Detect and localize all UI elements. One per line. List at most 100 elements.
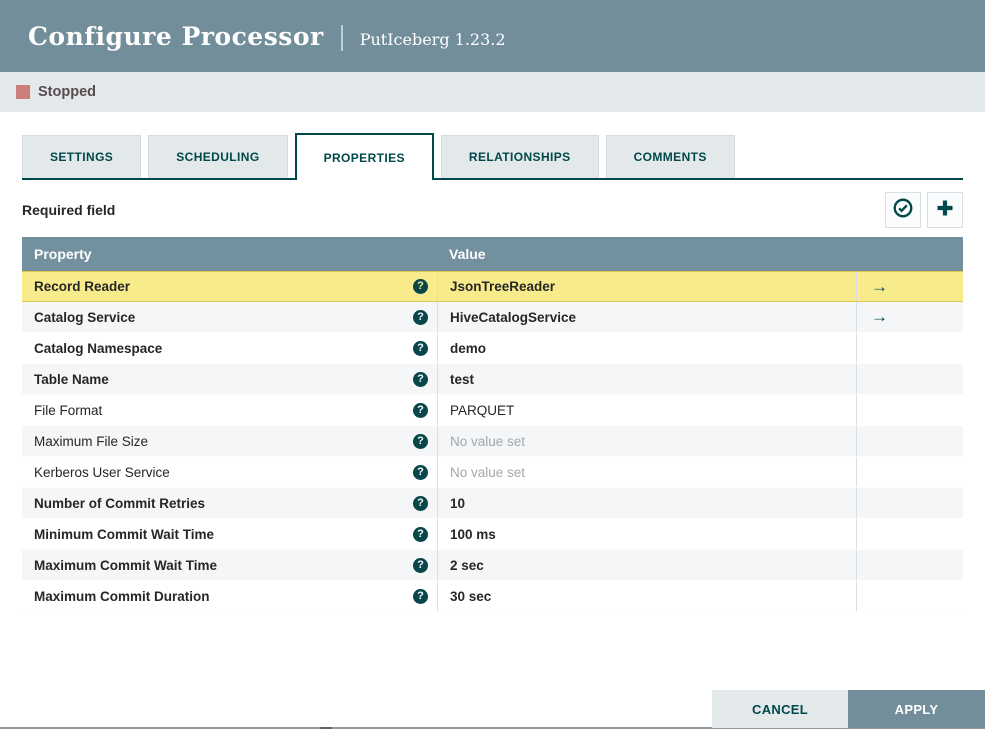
plus-icon <box>935 198 955 223</box>
property-action-cell <box>856 395 963 425</box>
processor-name-version: PutIceberg 1.23.2 <box>359 30 506 49</box>
property-value-cell[interactable]: demo <box>437 333 856 363</box>
go-to-service-icon[interactable]: → <box>871 307 888 327</box>
property-name-cell: Maximum File Size? <box>22 426 437 456</box>
property-action-cell <box>856 426 963 456</box>
property-name: Table Name <box>34 371 109 387</box>
apply-button[interactable]: APPLY <box>848 690 985 728</box>
property-value: test <box>450 371 475 387</box>
property-row[interactable]: File Format? PARQUET <box>22 395 963 426</box>
property-value: 2 sec <box>450 557 484 573</box>
help-icon[interactable]: ? <box>413 495 428 511</box>
property-name: Maximum File Size <box>34 433 149 449</box>
stopped-status-icon <box>16 85 30 99</box>
footer-buttons: CANCEL APPLY <box>712 690 985 728</box>
property-value: HiveCatalogService <box>450 309 577 325</box>
help-icon[interactable]: ? <box>413 279 428 294</box>
go-to-service-icon[interactable]: → <box>871 277 888 297</box>
property-value-cell[interactable]: 100 ms <box>437 519 856 549</box>
property-row[interactable]: Catalog Service? HiveCatalogService → <box>22 302 963 333</box>
verify-properties-button[interactable] <box>885 192 921 228</box>
property-name-cell: Catalog Namespace? <box>22 333 437 363</box>
help-icon[interactable]: ? <box>413 371 428 387</box>
property-value: 30 sec <box>450 588 492 604</box>
property-value-cell[interactable]: No value set <box>437 457 856 487</box>
column-header-value: Value <box>449 246 486 262</box>
property-action-cell <box>856 550 963 580</box>
help-icon[interactable]: ? <box>413 402 428 418</box>
property-value-cell[interactable]: 30 sec <box>437 581 856 611</box>
property-value: 100 ms <box>450 526 496 542</box>
help-icon[interactable]: ? <box>413 526 428 542</box>
property-value: demo <box>450 340 487 356</box>
toolbar-icon-buttons <box>885 192 963 228</box>
property-action-cell: → <box>856 302 963 332</box>
property-action-cell <box>856 488 963 518</box>
property-name-cell: Minimum Commit Wait Time? <box>22 519 437 549</box>
help-icon[interactable]: ? <box>413 464 428 480</box>
property-action-cell <box>856 519 963 549</box>
property-value: No value set <box>450 464 526 480</box>
property-value: 10 <box>450 495 466 511</box>
property-action-cell <box>856 333 963 363</box>
property-row[interactable]: Maximum Commit Duration? 30 sec <box>22 581 963 612</box>
property-value-cell[interactable]: No value set <box>437 426 856 456</box>
property-row[interactable]: Number of Commit Retries? 10 <box>22 488 963 519</box>
property-row[interactable]: Minimum Commit Wait Time? 100 ms <box>22 519 963 550</box>
property-row[interactable]: Kerberos User Service? No value set <box>22 457 963 488</box>
property-value: No value set <box>450 433 526 449</box>
properties-toolbar: Required field <box>22 192 963 228</box>
property-action-cell <box>856 581 963 611</box>
property-value-cell[interactable]: PARQUET <box>437 395 856 425</box>
property-name: Maximum Commit Wait Time <box>34 557 218 573</box>
property-name: Minimum Commit Wait Time <box>34 526 215 542</box>
help-icon[interactable]: ? <box>413 309 428 325</box>
property-name-cell: Table Name? <box>22 364 437 394</box>
property-row[interactable]: Table Name? test <box>22 364 963 395</box>
dialog-content: SETTINGS SCHEDULING PROPERTIES RELATIONSHIP… <box>0 133 985 612</box>
table-header-row: Property Value <box>22 237 963 271</box>
property-value-cell[interactable]: JsonTreeReader <box>437 272 856 301</box>
property-value: JsonTreeReader <box>450 279 556 294</box>
property-action-cell <box>856 364 963 394</box>
property-row[interactable]: Catalog Namespace? demo <box>22 333 963 364</box>
tab-scheduling[interactable]: SCHEDULING <box>148 135 288 178</box>
property-name: Kerberos User Service <box>34 464 170 480</box>
property-name: Catalog Namespace <box>34 340 163 356</box>
property-action-cell <box>856 457 963 487</box>
property-name-cell: Catalog Service? <box>22 302 437 332</box>
property-value-cell[interactable]: 10 <box>437 488 856 518</box>
property-row[interactable]: Maximum File Size? No value set <box>22 426 963 457</box>
tab-properties[interactable]: PROPERTIES <box>294 133 434 180</box>
property-value-cell[interactable]: test <box>437 364 856 394</box>
header-divider <box>340 25 343 51</box>
tab-comments[interactable]: COMMENTS <box>605 135 735 178</box>
property-name: Record Reader <box>34 279 131 294</box>
help-icon[interactable]: ? <box>413 340 428 356</box>
add-property-button[interactable] <box>927 192 963 228</box>
tab-bar: SETTINGS SCHEDULING PROPERTIES RELATIONSHIP… <box>22 133 963 180</box>
property-value: PARQUET <box>450 402 515 418</box>
dialog-title: Configure Processor <box>28 21 324 51</box>
help-icon[interactable]: ? <box>413 557 428 573</box>
property-name-cell: Record Reader? <box>22 272 437 301</box>
property-value-cell[interactable]: 2 sec <box>437 550 856 580</box>
help-icon[interactable]: ? <box>413 588 428 604</box>
property-name-cell: File Format? <box>22 395 437 425</box>
cancel-button[interactable]: CANCEL <box>712 690 848 728</box>
dialog-header: Configure Processor PutIceberg 1.23.2 <box>0 0 985 72</box>
property-name-cell: Maximum Commit Wait Time? <box>22 550 437 580</box>
property-row[interactable]: Maximum Commit Wait Time? 2 sec <box>22 550 963 581</box>
tab-relationships[interactable]: RELATIONSHIPS <box>440 135 599 178</box>
property-action-cell: → <box>856 272 963 301</box>
tab-settings[interactable]: SETTINGS <box>22 135 142 178</box>
check-circle-icon <box>892 197 914 224</box>
help-icon[interactable]: ? <box>413 433 428 449</box>
required-field-legend: Required field <box>22 202 116 218</box>
property-value-cell[interactable]: HiveCatalogService <box>437 302 856 332</box>
property-row[interactable]: Record Reader? JsonTreeReader → <box>22 271 963 302</box>
status-bar: Stopped <box>0 72 985 112</box>
horizontal-scrollbar-thumb[interactable] <box>320 727 332 729</box>
property-name: Number of Commit Retries <box>34 495 206 511</box>
property-name-cell: Kerberos User Service? <box>22 457 437 487</box>
